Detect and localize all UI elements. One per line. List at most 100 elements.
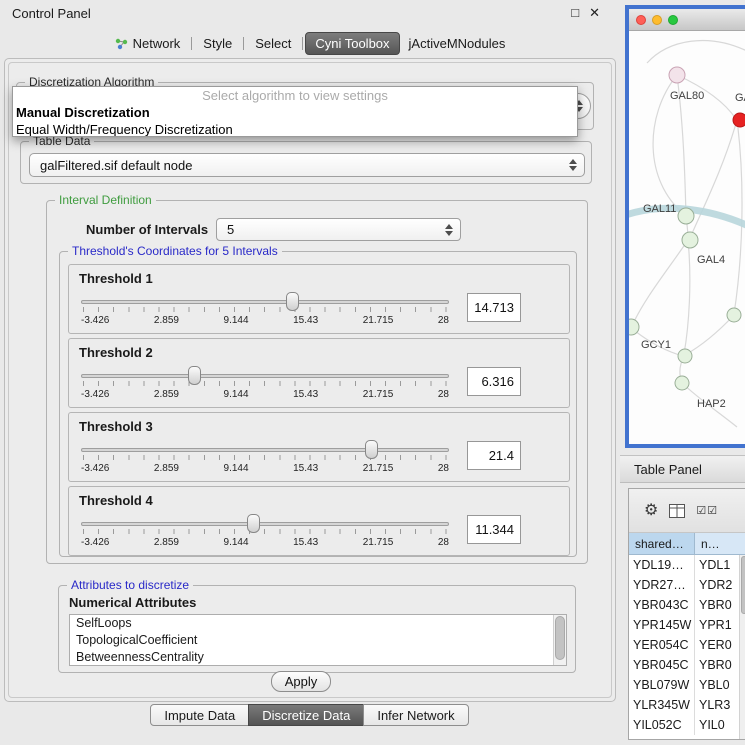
num-intervals-label: Number of Intervals [86,222,208,237]
list-item[interactable]: SelfLoops [70,615,566,632]
threshold-3-slider-thumb[interactable] [365,440,378,459]
node-hap2[interactable] [675,376,689,390]
table-row[interactable]: YDL19…YDL1 [629,555,745,575]
float-icon[interactable]: □ [571,5,579,21]
tab-style-label: Style [203,36,232,51]
threshold-2-value-field[interactable] [467,367,521,396]
slider-track[interactable] [81,374,449,378]
node-label: GAL80 [670,90,704,102]
network-canvas[interactable]: GAL80 GA GAL11 GAL4 GCY1 HAP2 [629,31,745,444]
tab-divider [191,37,192,50]
node-selected-red[interactable] [733,113,745,127]
slider-track[interactable] [81,448,449,452]
threshold-2-label: Threshold 2 [79,345,153,360]
slider-scale: -3.4262.8599.14415.4321.71528 [81,537,449,548]
tab-network[interactable]: Network [106,33,190,54]
node-label: GA [735,92,745,104]
slider-ticks [83,529,447,534]
top-tab-bar: Network Style Select Cyni Toolbox jActiv… [0,31,620,56]
table-data-selected-value: galFiltered.sif default node [40,158,192,173]
mac-zoom-button[interactable] [668,15,678,25]
threshold-1-slider-thumb[interactable] [286,292,299,311]
control-panel-window: Control Panel □ ✕ Network Style Select [0,0,620,745]
algorithm-dropdown-popup: Select algorithm to view settings Manual… [12,86,578,137]
scrollbar-thumb[interactable] [741,556,745,614]
threshold-3-slider[interactable]: -3.4262.8599.14415.4321.71528 [81,439,449,479]
columns-icon[interactable] [669,504,685,518]
table-scrollbar[interactable] [739,555,745,739]
tab-select[interactable]: Select [246,33,300,54]
window-title: Control Panel [12,6,91,21]
algorithm-option-equal-width[interactable]: Equal Width/Frequency Discretization [13,121,577,137]
node-gal80[interactable] [669,67,685,83]
table-data-group: Table Data galFiltered.sif default node [20,141,592,184]
threshold-3-value-field[interactable] [467,441,521,470]
table-row[interactable]: YLR345WYLR3 [629,695,745,715]
tab-infer-network[interactable]: Infer Network [363,704,468,726]
mac-close-button[interactable] [636,15,646,25]
attributes-list-scrollbar[interactable] [553,615,566,665]
node[interactable] [678,349,692,363]
screen: Control Panel □ ✕ Network Style Select [0,0,745,745]
threshold-4-slider-thumb[interactable] [247,514,260,533]
tab-jactivemnodules-label: jActiveMNodules [409,36,506,51]
num-intervals-value: 5 [227,222,234,237]
threshold-1-value-field[interactable] [467,293,521,322]
threshold-2-slider-thumb[interactable] [188,366,201,385]
threshold-4-slider[interactable]: -3.4262.8599.14415.4321.71528 [81,513,449,553]
table-row[interactable]: YBR045CYBR0 [629,655,745,675]
column-header-name[interactable]: n… [695,533,745,554]
table-data-combobox[interactable]: galFiltered.sif default node [29,153,585,177]
table-row[interactable]: YBL079WYBL0 [629,675,745,695]
threshold-1-slider[interactable]: -3.4262.8599.14415.4321.71528 [81,291,449,331]
numerical-attributes-label: Numerical Attributes [69,595,196,610]
table-panel-title: Table Panel [634,462,702,477]
network-graph: GAL80 GA GAL11 GAL4 GCY1 HAP2 [629,31,745,444]
slider-scale: -3.4262.8599.14415.4321.71528 [81,315,449,326]
combo-stepper-icon [569,159,577,171]
algorithm-option-manual[interactable]: Manual Discretization [13,104,577,121]
list-item[interactable]: TopologicalCoefficient [70,632,566,649]
slider-track[interactable] [81,300,449,304]
table-panel-header: Table Panel [620,455,745,483]
thresholds-group-label: Threshold's Coordinates for 5 Intervals [68,244,282,258]
table-row[interactable]: YDR27…YDR2 [629,575,745,595]
tab-impute-data[interactable]: Impute Data [150,704,249,726]
slider-ticks [83,381,447,386]
column-header-shared-name[interactable]: shared… [629,533,695,554]
tab-cyni-toolbox[interactable]: Cyni Toolbox [305,32,399,55]
scrollbar-thumb[interactable] [555,616,565,660]
table-rows: YDL19…YDL1 YDR27…YDR2 YBR043CYBR0 YPR145… [629,555,745,739]
node-label: GCY1 [641,339,671,351]
node-label: GAL4 [697,254,725,266]
slider-track[interactable] [81,522,449,526]
tab-divider [302,37,303,50]
tab-discretize-data[interactable]: Discretize Data [248,704,364,726]
gear-icon[interactable]: ⚙ [644,503,658,519]
checkbox-icons[interactable]: ☑☑ [696,504,718,517]
table-row[interactable]: YBR043CYBR0 [629,595,745,615]
combo-stepper-icon [445,224,453,236]
network-labels: GAL80 GA GAL11 GAL4 GCY1 HAP2 [641,90,745,410]
slider-ticks [83,307,447,312]
tab-jactivemnodules[interactable]: jActiveMNodules [400,33,515,54]
control-panel-titlebar: Control Panel □ ✕ [0,0,620,26]
node-gal11[interactable] [678,208,694,224]
table-row[interactable]: YPR145WYPR1 [629,615,745,635]
mac-minimize-button[interactable] [652,15,662,25]
num-intervals-combobox[interactable]: 5 [216,218,461,241]
attributes-group-label: Attributes to discretize [67,578,193,592]
close-icon[interactable]: ✕ [589,5,600,21]
threshold-2-slider[interactable]: -3.4262.8599.14415.4321.71528 [81,365,449,405]
slider-scale: -3.4262.8599.14415.4321.71528 [81,389,449,400]
apply-button[interactable]: Apply [271,671,331,692]
table-row[interactable]: YIL052CYIL0 [629,715,745,735]
node-gal4[interactable] [682,232,698,248]
bottom-tab-bar: Impute Data Discretize Data Infer Networ… [0,704,620,726]
numerical-attributes-list: SelfLoops TopologicalCoefficient Between… [69,614,567,666]
node[interactable] [727,308,741,322]
threshold-4-value-field[interactable] [467,515,521,544]
list-item[interactable]: BetweennessCentrality [70,649,566,666]
tab-style[interactable]: Style [194,33,241,54]
table-row[interactable]: YER054CYER0 [629,635,745,655]
